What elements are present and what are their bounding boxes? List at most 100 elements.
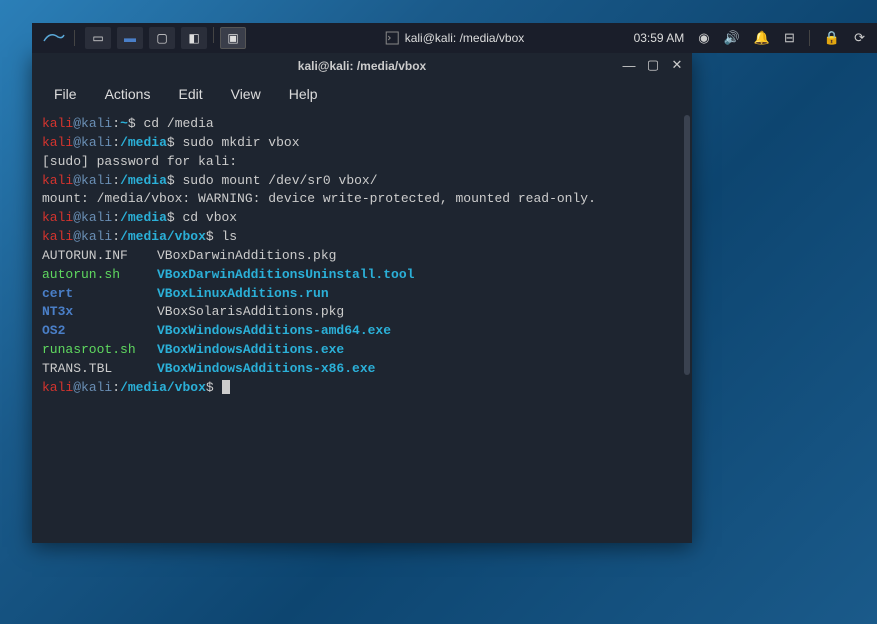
taskbar-item-3[interactable]: ▢ — [149, 27, 175, 49]
notifications-icon[interactable]: 🔔 — [754, 30, 770, 46]
prompt-at: @ — [73, 116, 81, 131]
ls-file: VBoxSolarisAdditions.pkg — [157, 303, 344, 322]
ls-file: runasroot.sh — [42, 341, 157, 360]
desktop-topbar: ▭ ▬ ▢ ◧ ▣ kali@kali: /media/vbox 03:59 A… — [32, 23, 877, 53]
kali-logo-icon[interactable] — [40, 27, 68, 49]
ls-file: VBoxDarwinAdditions.pkg — [157, 247, 336, 266]
prompt-at: @ — [73, 229, 81, 244]
ls-file: NT3x — [42, 303, 157, 322]
prompt-path: /media — [120, 210, 167, 225]
close-button[interactable]: ✕ — [670, 58, 684, 72]
prompt-host: kali — [81, 229, 112, 244]
ls-row: TRANS.TBLVBoxWindowsAdditions-x86.exe — [42, 360, 682, 379]
taskbar: ▭ ▬ ▢ ◧ ▣ — [85, 27, 246, 49]
terminal-body[interactable]: kali@kali:~$ cd /media kali@kali:/media$… — [32, 109, 692, 543]
terminal-line: kali@kali:/media$ sudo mount /dev/sr0 vb… — [42, 172, 682, 191]
ls-file: autorun.sh — [42, 266, 157, 285]
terminal-line: kali@kali:/media$ cd vbox — [42, 209, 682, 228]
prompt-dollar: $ — [128, 116, 136, 131]
prompt-path: ~ — [120, 116, 128, 131]
scrollbar[interactable] — [684, 115, 690, 375]
terminal-line: kali@kali:~$ cd /media — [42, 115, 682, 134]
prompt-user: kali — [42, 229, 73, 244]
prompt-at: @ — [73, 210, 81, 225]
prompt-user: kali — [42, 116, 73, 131]
terminal-window: kali@kali: /media/vbox — ▢ ✕ File Action… — [32, 53, 692, 543]
terminal-menubar: File Actions Edit View Help — [32, 79, 692, 109]
prompt-host: kali — [81, 210, 112, 225]
ls-file: OS2 — [42, 322, 157, 341]
ls-file: VBoxWindowsAdditions-amd64.exe — [157, 322, 391, 341]
power-icon[interactable]: ⟳ — [854, 30, 865, 46]
ls-file: TRANS.TBL — [42, 360, 157, 379]
prompt-path: /media — [120, 173, 167, 188]
prompt-path: /media/vbox — [120, 380, 206, 395]
separator — [74, 30, 75, 46]
ls-row: autorun.shVBoxDarwinAdditionsUninstall.t… — [42, 266, 682, 285]
ls-file: cert — [42, 285, 157, 304]
prompt-user: kali — [42, 173, 73, 188]
prompt-host: kali — [81, 173, 112, 188]
terminal-title: kali@kali: /media/vbox — [298, 59, 426, 73]
menu-file[interactable]: File — [40, 82, 91, 106]
prompt-host: kali — [81, 135, 112, 150]
camera-icon[interactable]: ◉ — [698, 30, 709, 46]
topbar-left: ▭ ▬ ▢ ◧ ▣ — [32, 27, 246, 49]
ls-row: NT3xVBoxSolarisAdditions.pkg — [42, 303, 682, 322]
taskbar-item-terminal-active[interactable]: ▣ — [220, 27, 246, 49]
prompt-dollar: $ — [206, 229, 214, 244]
prompt-dollar: $ — [167, 135, 175, 150]
menu-edit[interactable]: Edit — [164, 82, 216, 106]
separator — [809, 30, 810, 46]
menu-actions[interactable]: Actions — [91, 82, 165, 106]
app-icon: ◧ — [188, 31, 199, 45]
prompt-user: kali — [42, 210, 73, 225]
separator — [213, 27, 214, 43]
menu-view[interactable]: View — [217, 82, 275, 106]
topbar-window-title: kali@kali: /media/vbox — [385, 31, 525, 45]
cursor — [222, 380, 230, 394]
terminal-icon: ▣ — [227, 31, 238, 45]
window-icon: ▭ — [92, 31, 103, 45]
network-icon[interactable]: ⊟ — [784, 30, 795, 46]
ls-row: OS2VBoxWindowsAdditions-amd64.exe — [42, 322, 682, 341]
prompt-host: kali — [81, 380, 112, 395]
prompt-user: kali — [42, 135, 73, 150]
terminal-titlebar[interactable]: kali@kali: /media/vbox — ▢ ✕ — [32, 53, 692, 79]
ls-file: VBoxDarwinAdditionsUninstall.tool — [157, 266, 414, 285]
terminal-prompt-current: kali@kali:/media/vbox$ — [42, 379, 682, 398]
ls-file: VBoxWindowsAdditions-x86.exe — [157, 360, 375, 379]
prompt-at: @ — [73, 380, 81, 395]
taskbar-item-2[interactable]: ▬ — [117, 27, 143, 49]
prompt-dollar: $ — [167, 173, 175, 188]
topbar-right: 03:59 AM ◉ 🔊 🔔 ⊟ 🔒 ⟳ — [634, 30, 877, 46]
ls-file: VBoxLinuxAdditions.run — [157, 285, 329, 304]
command-text: cd vbox — [175, 210, 237, 225]
volume-icon[interactable]: 🔊 — [724, 30, 740, 46]
ls-file: AUTORUN.INF — [42, 247, 157, 266]
ls-row: certVBoxLinuxAdditions.run — [42, 285, 682, 304]
prompt-host: kali — [81, 116, 112, 131]
terminal-line: kali@kali:/media$ sudo mkdir vbox — [42, 134, 682, 153]
taskbar-item-1[interactable]: ▭ — [85, 27, 111, 49]
terminal-title-icon — [385, 31, 399, 45]
prompt-at: @ — [73, 173, 81, 188]
maximize-button[interactable]: ▢ — [646, 58, 660, 72]
ls-file: VBoxWindowsAdditions.exe — [157, 341, 344, 360]
prompt-dollar: $ — [167, 210, 175, 225]
command-text: sudo mount /dev/sr0 vbox/ — [175, 173, 378, 188]
menu-help[interactable]: Help — [275, 82, 332, 106]
window-controls: — ▢ ✕ — [622, 58, 684, 72]
terminal-small-icon: ▢ — [156, 31, 167, 45]
prompt-path: /media — [120, 135, 167, 150]
prompt-at: @ — [73, 135, 81, 150]
command-text: ls — [214, 229, 237, 244]
ls-row: runasroot.shVBoxWindowsAdditions.exe — [42, 341, 682, 360]
taskbar-item-4[interactable]: ◧ — [181, 27, 207, 49]
command-text: sudo mkdir vbox — [175, 135, 300, 150]
terminal-output: mount: /media/vbox: WARNING: device writ… — [42, 190, 682, 209]
minimize-button[interactable]: — — [622, 58, 636, 72]
clock[interactable]: 03:59 AM — [634, 31, 685, 45]
terminal-line: kali@kali:/media/vbox$ ls — [42, 228, 682, 247]
lock-icon[interactable]: 🔒 — [824, 30, 840, 46]
